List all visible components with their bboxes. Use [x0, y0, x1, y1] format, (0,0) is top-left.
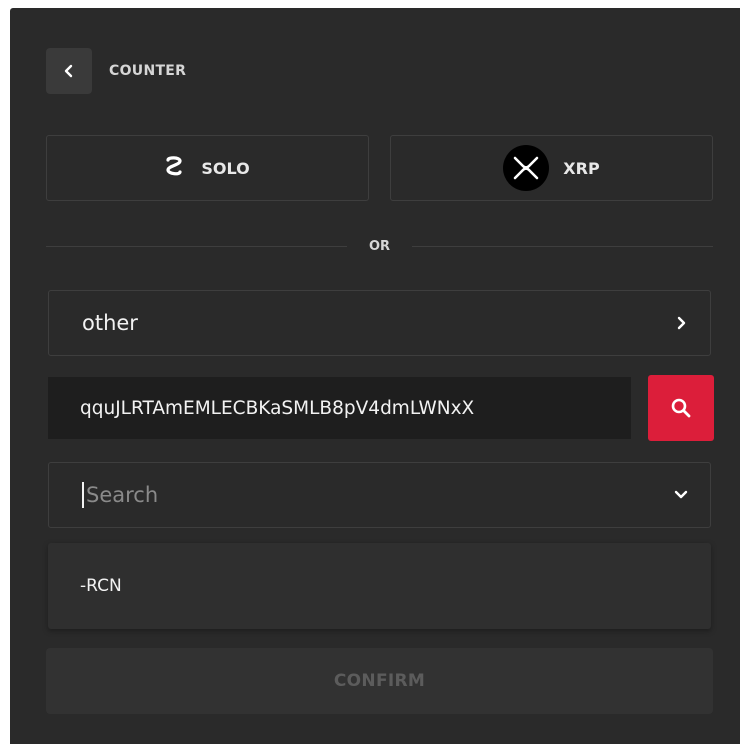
back-button[interactable]: [46, 48, 92, 94]
solo-button[interactable]: SOLO: [46, 135, 369, 201]
search-icon: [671, 398, 691, 418]
issuer-address-input[interactable]: qquJLRTAmEMLECBKaSMLB8pV4dmLWNxX: [48, 377, 631, 439]
solo-label: SOLO: [201, 158, 250, 178]
header: COUNTER: [46, 48, 186, 94]
search-input[interactable]: [82, 482, 608, 508]
counter-panel: COUNTER SOLO XRP OR other qquJLRTAmEMLEC…: [10, 8, 740, 744]
solo-logo-icon: [165, 155, 183, 182]
xrp-label: XRP: [563, 158, 600, 178]
page-title: COUNTER: [109, 63, 187, 79]
xrp-logo-icon: [503, 145, 550, 191]
issuer-address-value: qquJLRTAmEMLECBKaSMLB8pV4dmLWNxX: [80, 397, 475, 419]
list-item[interactable]: -RCN: [48, 543, 711, 629]
currency-select[interactable]: other: [48, 290, 711, 356]
divider-line: [412, 245, 713, 247]
chevron-left-icon: [64, 64, 73, 78]
or-divider: OR: [46, 234, 713, 258]
token-search-field[interactable]: [48, 462, 711, 528]
or-label: OR: [368, 238, 391, 254]
chevron-down-icon: [674, 490, 688, 499]
divider-line: [46, 245, 347, 247]
confirm-button[interactable]: CONFIRM: [46, 648, 713, 714]
currency-select-value: other: [82, 311, 138, 335]
xrp-button[interactable]: XRP: [390, 135, 713, 201]
search-button[interactable]: [648, 375, 714, 441]
chevron-right-icon: [677, 316, 686, 330]
dropdown-list: -RCN: [48, 543, 711, 629]
